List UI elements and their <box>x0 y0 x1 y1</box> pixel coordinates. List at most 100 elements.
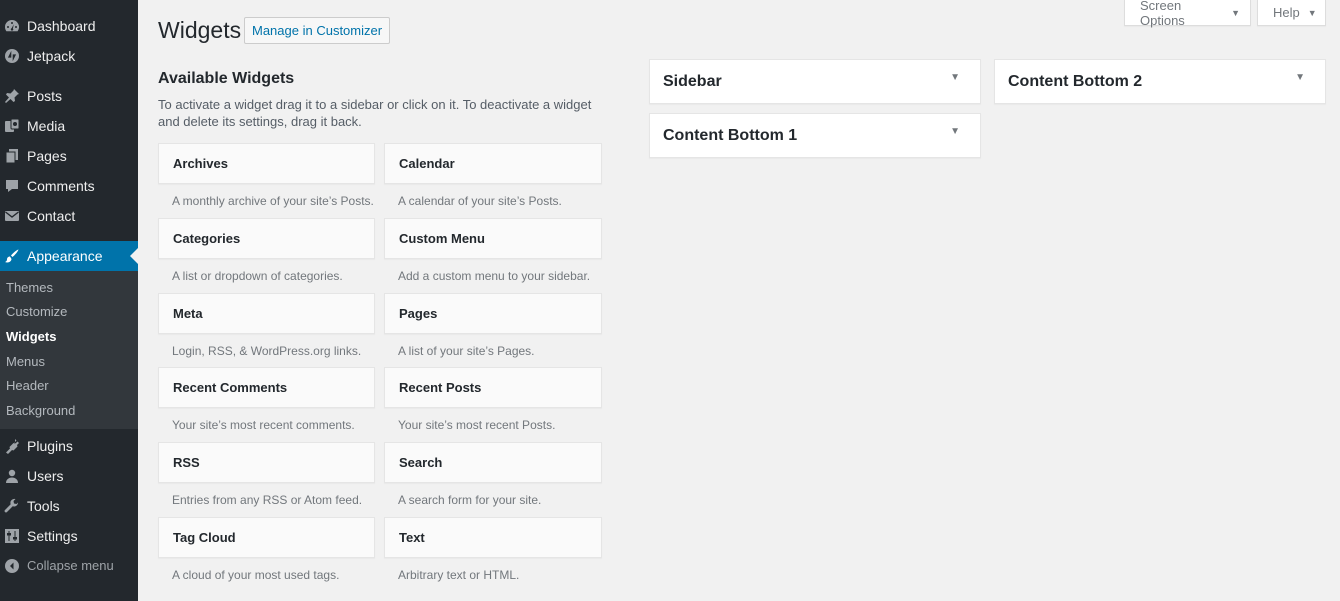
screen-options-button[interactable]: Screen Options ▼ <box>1124 0 1251 28</box>
available-widgets-list: Archives A monthly archive of your site’… <box>158 143 602 592</box>
collapse-menu-button[interactable]: Collapse menu <box>0 551 138 581</box>
paintbrush-icon <box>4 248 20 264</box>
widget-description: A list or dropdown of categories. <box>172 268 343 283</box>
widget-description: A cloud of your most used tags. <box>172 567 340 582</box>
page-title: Widgets <box>158 17 242 43</box>
users-icon <box>4 468 20 484</box>
caret-down-icon: ▼ <box>1307 7 1317 18</box>
widget-description: A list of your site’s Pages. <box>398 343 535 358</box>
menu-item-users[interactable]: Users <box>0 461 138 491</box>
widget-title[interactable]: Recent Posts <box>384 367 602 409</box>
widget-recent-posts: Recent Posts Your site’s most recent Pos… <box>384 367 602 442</box>
media-icon <box>4 118 20 134</box>
widget-title[interactable]: Pages <box>384 292 602 334</box>
menu-item-contact[interactable]: Contact <box>0 201 138 231</box>
caret-down-icon[interactable]: ▼ <box>950 72 960 83</box>
menu-item-dashboard[interactable]: Dashboard <box>0 11 138 41</box>
menu-label-settings: Settings <box>27 527 78 544</box>
sidebar-name: Content Bottom 1 <box>663 126 798 144</box>
pages-icon <box>4 148 20 164</box>
submenu-item-background[interactable]: Background <box>0 398 138 423</box>
widget-tag-cloud: Tag Cloud A cloud of your most used tags… <box>158 516 375 592</box>
menu-label-media: Media <box>27 118 66 134</box>
submenu-item-menus[interactable]: Menus <box>0 349 138 374</box>
sidebar-area-content-bottom-1[interactable]: Content Bottom 1 ▼ <box>649 113 981 158</box>
widget-text: Text Arbitrary text or HTML. <box>384 516 602 592</box>
screen-options-label: Screen Options <box>1140 0 1185 28</box>
widget-calendar: Calendar A calendar of your site’s Posts… <box>384 143 602 218</box>
widget-title[interactable]: Archives <box>158 143 375 184</box>
menu-item-comments[interactable]: Comments <box>0 171 138 201</box>
widget-description: A search form for your site. <box>398 493 542 508</box>
menu-item-appearance[interactable]: Appearance <box>0 241 138 271</box>
menu-item-jetpack[interactable]: Jetpack <box>0 41 138 71</box>
widget-title[interactable]: RSS <box>158 442 375 484</box>
help-button[interactable]: Help ▼ <box>1257 0 1326 26</box>
widget-pages: Pages A list of your site’s Pages. <box>384 292 602 368</box>
widget-description: A calendar of your site’s Posts. <box>398 194 562 208</box>
menu-label-posts: Posts <box>27 88 63 104</box>
widget-rss: RSS Entries from any RSS or Atom feed. <box>158 442 375 517</box>
widget-description: Your site’s most recent Posts. <box>398 418 556 433</box>
menu-item-tools[interactable]: Tools <box>0 491 138 521</box>
wrench-icon <box>4 498 20 514</box>
sidebar-name: Sidebar <box>663 72 722 90</box>
menu-label-dashboard: Dashboard <box>27 18 96 34</box>
menu-item-settings[interactable]: Settings <box>0 521 138 551</box>
menu-label-tools: Tools <box>27 497 60 514</box>
widget-title[interactable]: Search <box>384 442 602 484</box>
widget-recent-comments: Recent Comments Your site’s most recent … <box>158 367 375 442</box>
menu-item-media[interactable]: Media <box>0 111 138 141</box>
caret-down-icon: ▼ <box>1231 7 1240 18</box>
widget-archives: Archives A monthly archive of your site’… <box>158 143 375 218</box>
menu-label-jetpack: Jetpack <box>27 48 76 64</box>
widget-title[interactable]: Meta <box>158 292 375 334</box>
caret-down-icon[interactable]: ▼ <box>950 126 960 137</box>
widget-title[interactable]: Recent Comments <box>158 367 375 409</box>
submenu-item-header[interactable]: Header <box>0 373 138 398</box>
help-label: Help <box>1273 5 1300 20</box>
widget-categories: Categories A list or dropdown of categor… <box>158 217 375 293</box>
widget-meta: Meta Login, RSS, & WordPress.org links. <box>158 292 375 368</box>
sidebar-area-sidebar[interactable]: Sidebar ▼ <box>649 59 981 104</box>
envelope-icon <box>4 208 20 224</box>
menu-label-users: Users <box>27 467 64 484</box>
plug-icon <box>4 438 20 454</box>
menu-item-plugins[interactable]: Plugins <box>0 431 138 461</box>
menu-label-contact: Contact <box>27 208 76 224</box>
widget-title[interactable]: Custom Menu <box>384 217 602 259</box>
menu-item-pages[interactable]: Pages <box>0 141 138 171</box>
dashboard-icon <box>4 18 20 34</box>
collapse-menu-label: Collapse menu <box>27 558 114 574</box>
available-widgets-description: To activate a widget drag it to a sideba… <box>158 97 592 129</box>
submenu-item-customize[interactable]: Customize <box>0 300 138 325</box>
widget-title[interactable]: Tag Cloud <box>158 516 375 558</box>
menu-label-plugins: Plugins <box>27 437 73 454</box>
manage-in-customizer-button[interactable]: Manage in Customizer <box>244 17 391 44</box>
sidebar-name: Content Bottom 2 <box>1008 72 1143 90</box>
widget-description: A monthly archive of your site’s Posts. <box>172 194 374 208</box>
menu-item-posts[interactable]: Posts <box>0 81 138 111</box>
widget-description: Your site’s most recent comments. <box>172 418 355 433</box>
admin-menu: Dashboard Jetpack Posts Media Pages Comm… <box>0 0 138 601</box>
menu-label-pages: Pages <box>27 148 67 164</box>
appearance-submenu: Themes Customize Widgets Menus Header Ba… <box>0 271 138 429</box>
available-widgets-title: Available Widgets <box>158 70 295 87</box>
widget-search: Search A search form for your site. <box>384 442 602 517</box>
sidebar-area-content-bottom-2[interactable]: Content Bottom 2 ▼ <box>994 59 1326 104</box>
widget-description: Add a custom menu to your sidebar. <box>398 268 591 283</box>
submenu-item-widgets[interactable]: Widgets <box>0 324 138 349</box>
menu-label-appearance: Appearance <box>27 248 103 264</box>
submenu-item-themes[interactable]: Themes <box>0 275 138 300</box>
caret-down-icon[interactable]: ▼ <box>1295 72 1305 83</box>
widget-title[interactable]: Categories <box>158 217 375 259</box>
sliders-icon <box>4 528 20 544</box>
pushpin-icon <box>4 88 20 104</box>
jetpack-icon <box>4 48 20 64</box>
widget-title[interactable]: Calendar <box>384 143 602 184</box>
widget-custom-menu: Custom Menu Add a custom menu to your si… <box>384 217 602 293</box>
collapse-arrow-icon <box>4 558 20 574</box>
widget-title[interactable]: Text <box>384 516 602 558</box>
menu-label-comments: Comments <box>27 178 95 194</box>
widget-description: Entries from any RSS or Atom feed. <box>172 493 363 508</box>
